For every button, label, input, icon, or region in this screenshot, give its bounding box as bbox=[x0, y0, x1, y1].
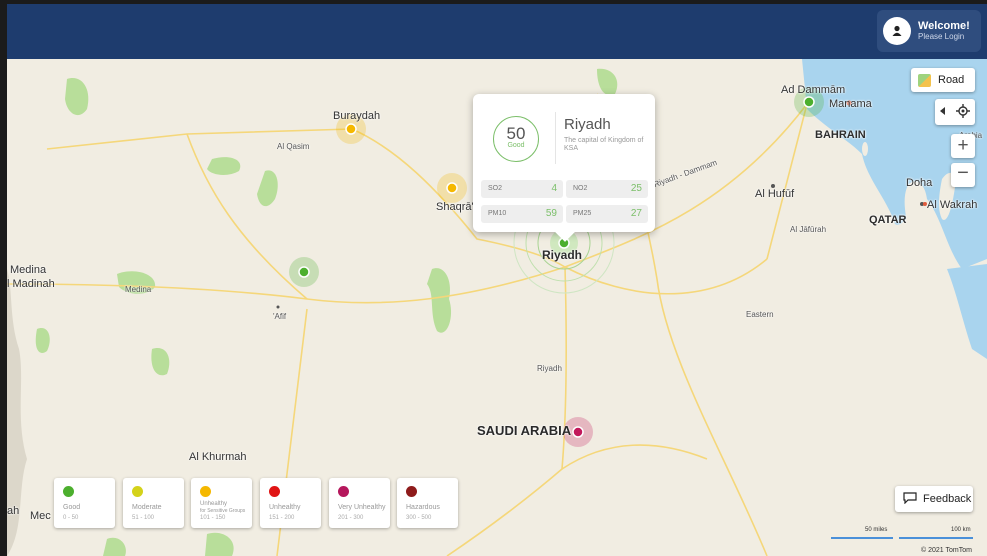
map-label-riyadh: Riyadh bbox=[542, 248, 583, 262]
map-canvas[interactable]: Ad Dammām Manama BAHRAIN Buraydah Al Qas… bbox=[7, 59, 987, 556]
city-popup: 50 Good Riyadh The capital of Kingdom of… bbox=[473, 94, 655, 242]
legend-dot bbox=[406, 486, 417, 497]
pollutant-value: 27 bbox=[630, 208, 642, 219]
pollutant-name: NO2 bbox=[573, 185, 588, 192]
popup-divider bbox=[555, 112, 556, 164]
map-label-al-hufuf: Al Hufūf bbox=[755, 188, 795, 200]
aqi-value-ring: 50 Good bbox=[493, 116, 539, 162]
pollutant-no2: NO2 25 bbox=[566, 180, 648, 198]
map-label-eastern: Eastern bbox=[746, 310, 774, 319]
popup-city-description: The capital of Kingdom of KSA bbox=[564, 137, 644, 153]
station-marker-buraydah[interactable] bbox=[345, 123, 357, 135]
legend-range: 201 - 300 bbox=[338, 515, 364, 521]
legend-unhealthy-sensitive: Unhealthy for Sensitive Groups 101 - 150 bbox=[191, 478, 252, 528]
scale-km-bar bbox=[899, 537, 973, 539]
map-label-al-jafurah: Al Jāfūrah bbox=[790, 225, 827, 234]
pollutant-name: PM25 bbox=[573, 210, 592, 217]
scale-km-label: 100 km bbox=[951, 527, 971, 533]
map-label-manama: Manama bbox=[829, 98, 872, 110]
map-label-medina-region: Medina bbox=[125, 285, 152, 294]
map-label-qatar: QATAR bbox=[869, 214, 907, 226]
legend-subname: for Sensitive Groups bbox=[200, 508, 246, 514]
pollutant-so2: SO2 4 bbox=[481, 180, 563, 198]
pollutant-pm25: PM25 27 bbox=[566, 205, 648, 223]
aqi-value: 50 bbox=[506, 124, 526, 143]
map-label-doha: Doha bbox=[906, 177, 933, 189]
station-marker-shaqra[interactable] bbox=[446, 182, 458, 194]
legend-name: Good bbox=[63, 504, 81, 511]
pollutant-name: PM10 bbox=[488, 210, 507, 217]
locate-me-icon[interactable] bbox=[956, 103, 970, 121]
map-label-saudi-arabia: SAUDI ARABIA bbox=[477, 423, 572, 438]
legend-dot bbox=[132, 486, 143, 497]
legend-dot bbox=[63, 486, 74, 497]
pollutant-name: SO2 bbox=[488, 185, 503, 192]
map-label-shaqra: Shaqrā' bbox=[436, 201, 474, 213]
app-frame: Welcome! Please Login Ad Dammām Manama B… bbox=[7, 4, 987, 556]
map-copyright: © 2021 TomTom bbox=[921, 547, 972, 554]
map-label-riyadh-region: Riyadh bbox=[537, 364, 562, 373]
legend-dot bbox=[200, 486, 211, 497]
legend-hazardous: Hazardous 300 - 500 bbox=[397, 478, 458, 528]
station-marker-afif[interactable] bbox=[298, 266, 310, 278]
map-label-al-qasim: Al Qasim bbox=[277, 142, 310, 151]
user-login-button[interactable]: Welcome! Please Login bbox=[877, 10, 981, 52]
popup-city-name: Riyadh bbox=[564, 116, 611, 133]
user-avatar-icon bbox=[883, 17, 911, 45]
collapse-arrow-icon[interactable] bbox=[940, 106, 946, 118]
legend-unhealthy: Unhealthy 151 - 200 bbox=[260, 478, 321, 528]
legend-range: 300 - 500 bbox=[406, 515, 432, 521]
legend-very-unhealthy: Very Unhealthy 201 - 300 bbox=[329, 478, 390, 528]
top-bar: Welcome! Please Login bbox=[7, 4, 987, 59]
legend-range: 151 - 200 bbox=[269, 515, 295, 521]
zoom-out-button[interactable]: − bbox=[951, 163, 975, 187]
feedback-label: Feedback bbox=[923, 493, 972, 505]
scale-miles-label: 50 miles bbox=[865, 527, 888, 533]
map-label-medina: Medina bbox=[10, 264, 47, 276]
map-label-buraydah: Buraydah bbox=[333, 110, 381, 122]
locate-control[interactable] bbox=[935, 99, 975, 125]
feedback-button[interactable]: Feedback bbox=[895, 486, 973, 512]
scale-miles-bar bbox=[831, 537, 893, 539]
legend-name: Moderate bbox=[132, 504, 162, 511]
please-login-text: Please Login bbox=[918, 31, 965, 41]
feedback-icon bbox=[903, 491, 917, 507]
pollutant-value: 25 bbox=[630, 183, 642, 194]
map-label-mecca: Mec bbox=[30, 510, 51, 522]
map-label-afif: 'Afif bbox=[273, 312, 287, 321]
legend-name: Hazardous bbox=[406, 504, 440, 511]
legend-dot bbox=[269, 486, 280, 497]
map-label-bahrain: BAHRAIN bbox=[815, 129, 866, 141]
pollutant-value: 4 bbox=[551, 183, 557, 194]
legend-range: 101 - 150 bbox=[200, 515, 226, 521]
legend-dot bbox=[338, 486, 349, 497]
legend-good: Good 0 - 50 bbox=[54, 478, 115, 528]
legend-name: Very Unhealthy bbox=[338, 504, 386, 511]
map-style-label: Road bbox=[938, 74, 965, 86]
welcome-text: Welcome! bbox=[918, 20, 970, 33]
map-label-al-khurmah: Al Khurmah bbox=[189, 451, 247, 463]
map-style-icon bbox=[918, 73, 931, 87]
legend-name: Unhealthy bbox=[269, 504, 301, 511]
map-label-ad-dammam: Ad Dammām bbox=[781, 84, 846, 96]
map-label-al-madinah: l Madinah bbox=[7, 278, 55, 290]
pollutant-value: 59 bbox=[545, 208, 557, 219]
legend-range: 0 - 50 bbox=[63, 515, 79, 521]
map-label-al-wakrah: Al Wakrah bbox=[927, 199, 978, 211]
station-marker-south[interactable] bbox=[572, 426, 584, 438]
legend-moderate: Moderate 51 - 100 bbox=[123, 478, 184, 528]
pollutant-pm10: PM10 59 bbox=[481, 205, 563, 223]
map-label-cut-left: ah bbox=[7, 505, 20, 517]
station-marker-dammam[interactable] bbox=[803, 96, 815, 108]
legend-range: 51 - 100 bbox=[132, 515, 155, 521]
map-style-button[interactable]: Road bbox=[911, 68, 975, 92]
zoom-in-button[interactable]: + bbox=[951, 134, 975, 158]
legend-name: Unhealthy bbox=[200, 501, 228, 507]
aqi-status: Good bbox=[507, 142, 525, 149]
